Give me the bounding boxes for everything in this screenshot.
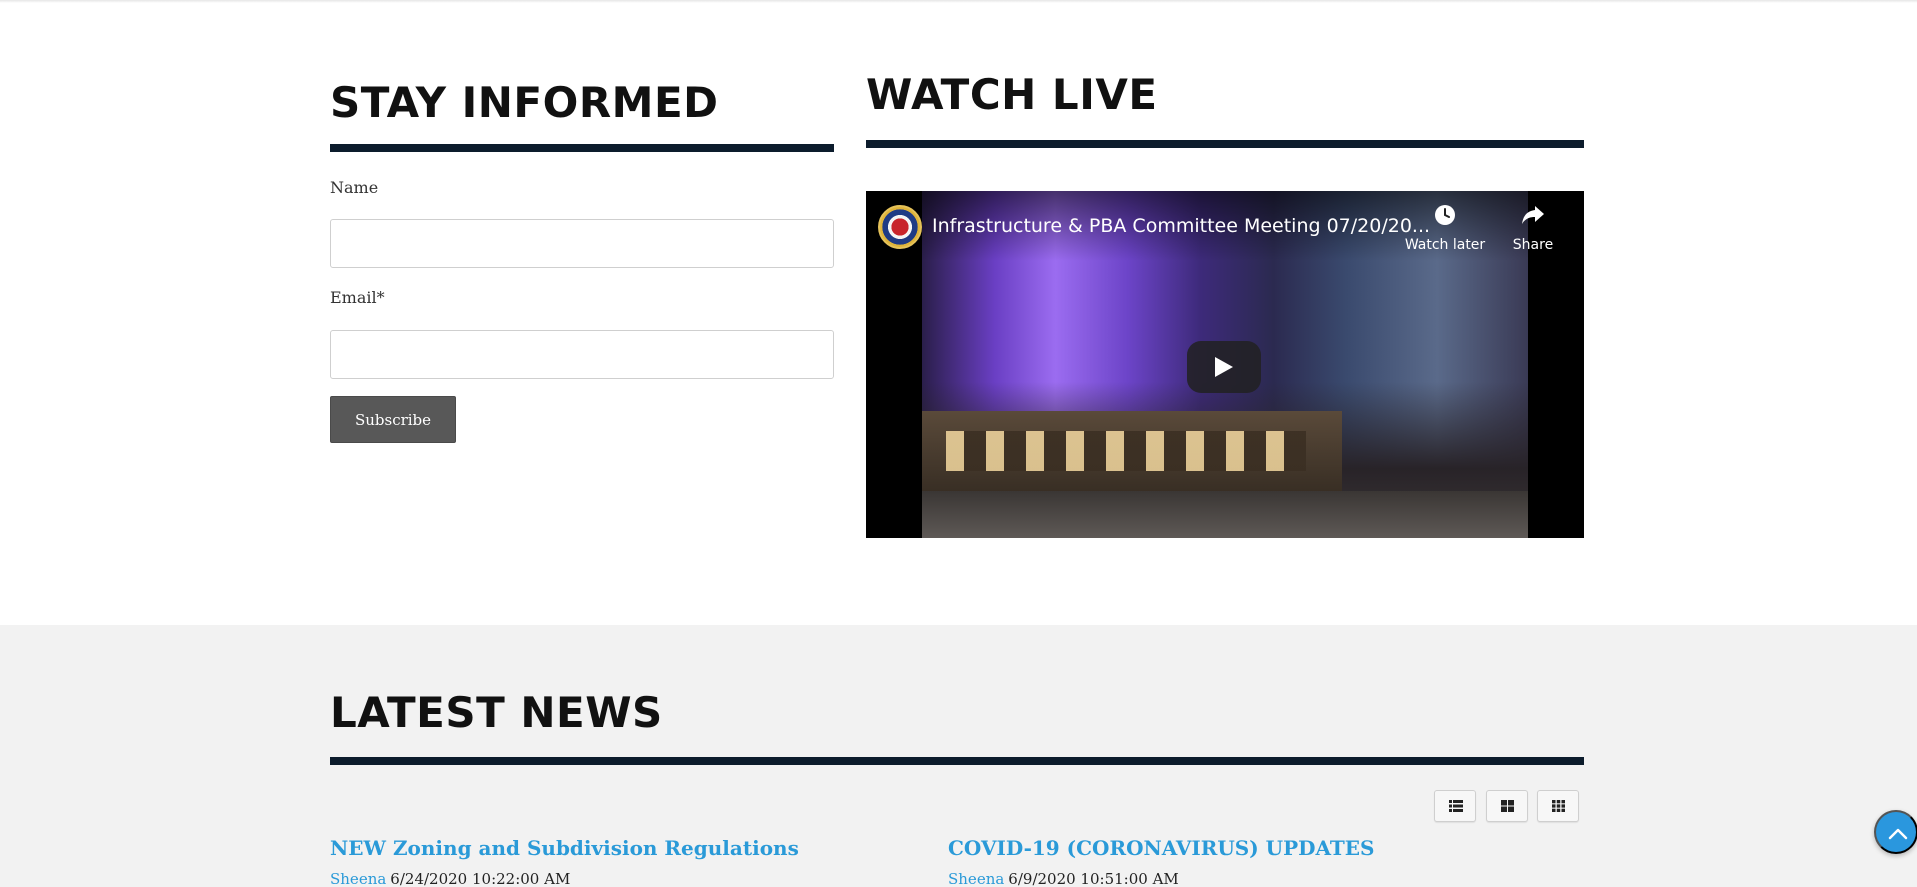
play-icon [1215,357,1233,377]
thumbnail-windows [946,431,1306,471]
video-title[interactable]: Infrastructure & PBA Committee Meeting 0… [932,215,1430,237]
video-player[interactable]: Infrastructure & PBA Committee Meeting 0… [866,191,1584,538]
grid-2-view-button[interactable] [1486,790,1528,822]
news-meta: Sheena 6/9/2020 10:51:00 AM [948,870,1179,887]
list-view-icon [1449,800,1463,812]
chevron-up-icon [1888,828,1908,840]
news-author-link[interactable]: Sheena [330,870,386,887]
header-shadow [0,0,1917,3]
news-meta: Sheena 6/24/2020 10:22:00 AM [330,870,570,887]
subscribe-button[interactable]: Subscribe [330,396,456,443]
share-label: Share [1512,237,1554,253]
stay-informed-heading: STAY INFORMED [330,78,719,127]
name-field[interactable] [330,219,834,268]
share-button[interactable]: Share [1488,203,1578,253]
news-author-link[interactable]: Sheena [948,870,1004,887]
play-button[interactable] [1187,341,1261,393]
county-seal-icon[interactable] [878,205,922,249]
watch-later-label: Watch later [1404,237,1486,253]
share-arrow-icon [1488,203,1578,235]
email-label: Email* [330,288,385,307]
watch-later-button[interactable]: Watch later [1400,203,1490,253]
thumbnail-street [922,491,1528,538]
grid-3-view-button[interactable] [1537,790,1579,822]
grid-3-view-icon [1552,800,1565,812]
watch-live-divider [866,140,1584,148]
watch-live-heading: WATCH LIVE [866,70,1158,119]
list-view-button[interactable] [1434,790,1476,822]
clock-icon [1400,203,1490,235]
news-title-link[interactable]: NEW Zoning and Subdivision Regulations [330,836,799,860]
stay-informed-divider [330,144,834,152]
name-label: Name [330,178,379,197]
email-field[interactable] [330,330,834,379]
latest-news-divider [330,757,1584,765]
latest-news-heading: LATEST NEWS [330,688,663,737]
news-title-link[interactable]: COVID-19 (CORONAVIRUS) UPDATES [948,836,1374,860]
scroll-to-top-button[interactable] [1874,810,1917,854]
news-date: 6/24/2020 10:22:00 AM [390,870,571,887]
news-date: 6/9/2020 10:51:00 AM [1008,870,1179,887]
grid-2-view-icon [1501,800,1514,812]
